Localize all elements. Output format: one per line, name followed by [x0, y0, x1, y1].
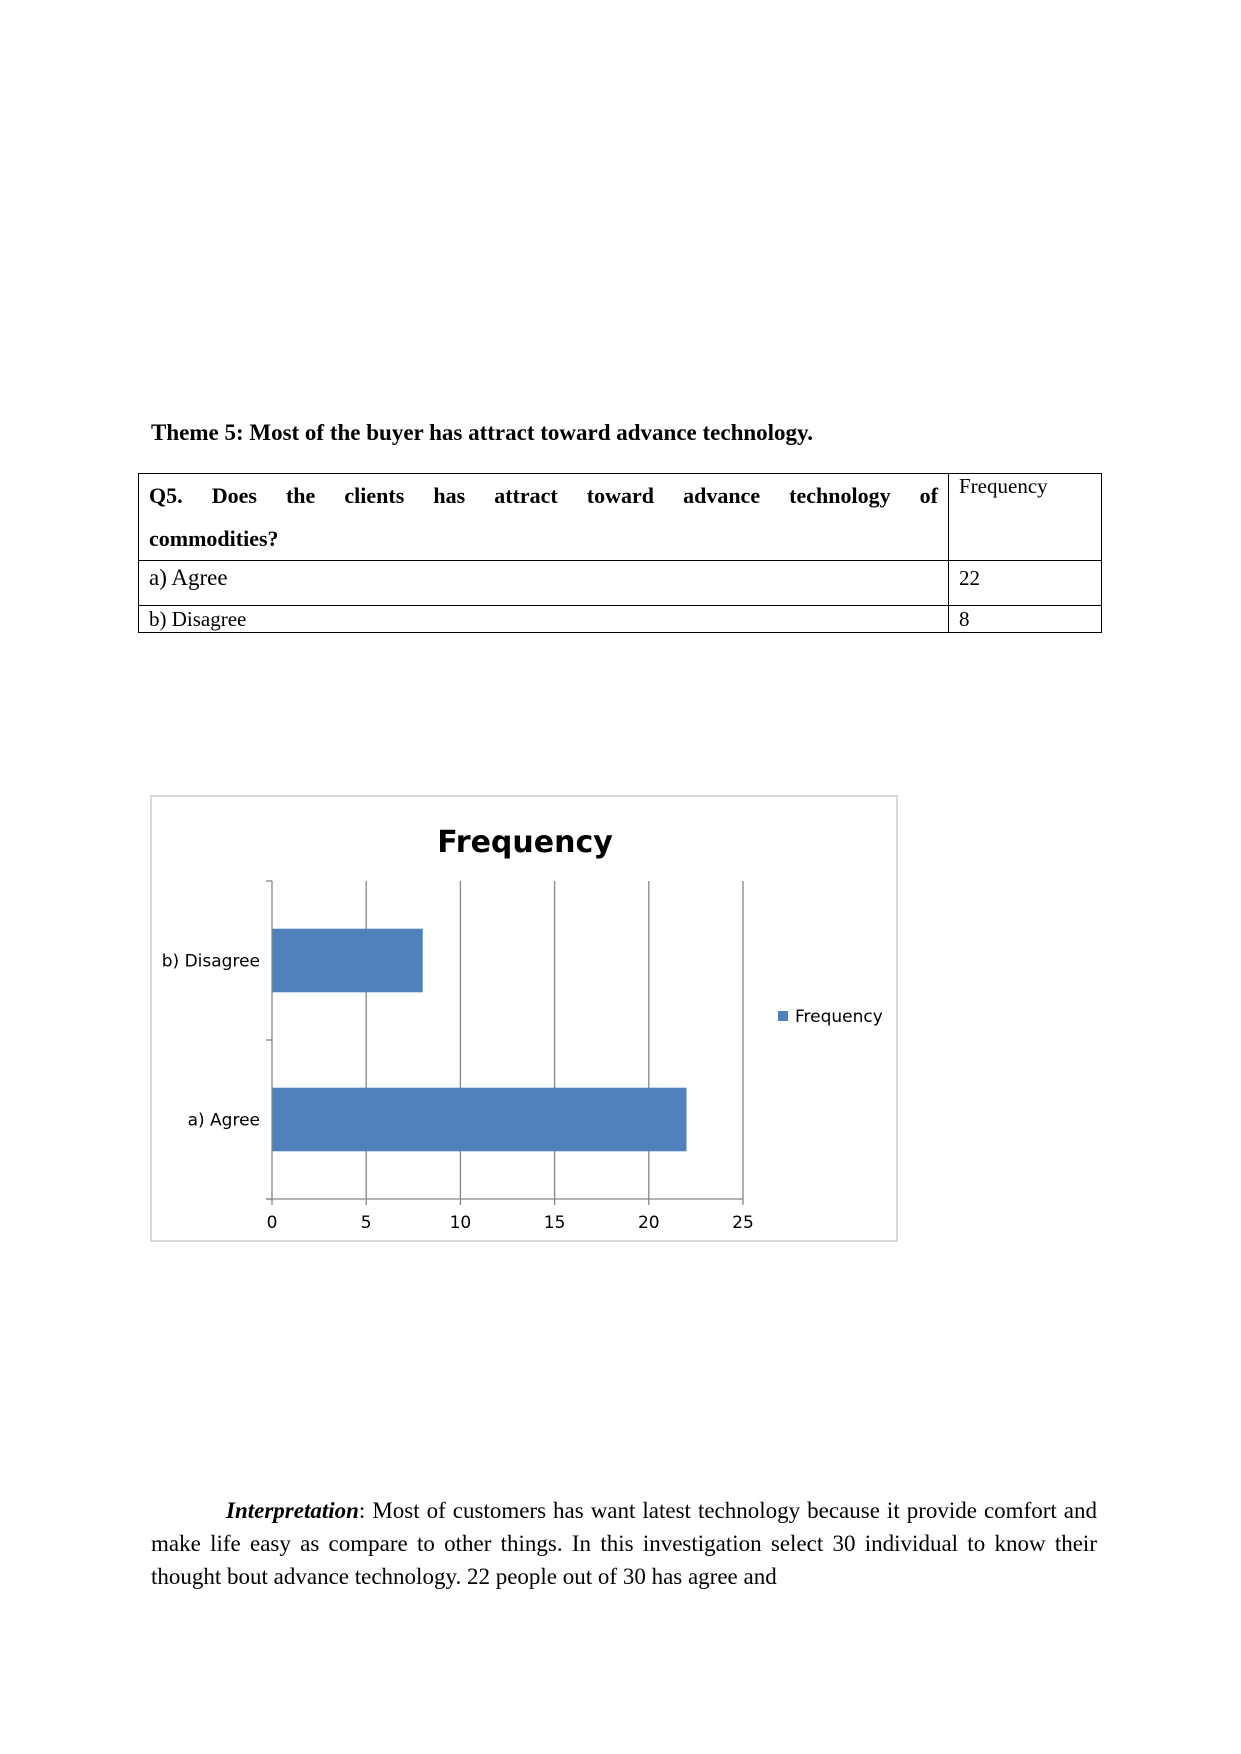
frequency-chart: Frequency 0 5 10 15 20 25 a) Agree b) Disagree …: [150, 795, 898, 1242]
option-frequency: 22: [948, 560, 1102, 606]
axes: 0 5 10 15 20 25 a) Agree b) Disagree: [162, 880, 754, 1233]
question-text-line2: commodities?: [149, 526, 279, 551]
option-label: b) Disagree: [138, 605, 949, 633]
category-label: b) Disagree: [162, 952, 260, 972]
x-tick-label: 10: [450, 1213, 472, 1233]
interpretation-paragraph: Interpretation: Most of customers has wa…: [151, 1494, 1097, 1593]
option-label: a) Agree: [138, 560, 949, 606]
x-tick-label: 25: [732, 1213, 754, 1233]
theme-heading: Theme 5: Most of the buyer has attract t…: [151, 420, 814, 445]
bar-disagree: [272, 928, 423, 993]
chart-svg: Frequency 0 5 10 15 20 25a) Agreeb) Disagree …: [162, 825, 883, 1233]
table-row: b) Disagree 8: [138, 605, 1102, 633]
survey-table: Q5. Does the clients has attract toward …: [138, 473, 1102, 633]
legend-swatch: [778, 1011, 788, 1021]
frequency-header: Frequency: [948, 473, 1102, 561]
question-text-line1: Q5. Does the clients has attract toward …: [149, 483, 938, 508]
chart-title: Frequency: [437, 825, 613, 860]
x-tick-label: 5: [361, 1213, 372, 1233]
x-tick-label: 20: [638, 1213, 660, 1233]
table-row: a) Agree 22: [138, 560, 1102, 606]
bar-agree: [272, 1087, 687, 1152]
x-tick-label: 15: [544, 1213, 566, 1233]
legend: Frequency: [778, 1007, 883, 1027]
legend-label: Frequency: [795, 1007, 883, 1027]
interpretation-lead: Interpretation: [226, 1498, 359, 1523]
table-header-row: Q5. Does the clients has attract toward …: [138, 473, 1102, 561]
category-label: a) Agree: [188, 1111, 260, 1131]
x-tick-label: 0: [267, 1213, 278, 1233]
question-cell: Q5. Does the clients has attract toward …: [138, 473, 949, 561]
bars: [272, 928, 687, 1152]
option-frequency: 8: [948, 605, 1102, 633]
